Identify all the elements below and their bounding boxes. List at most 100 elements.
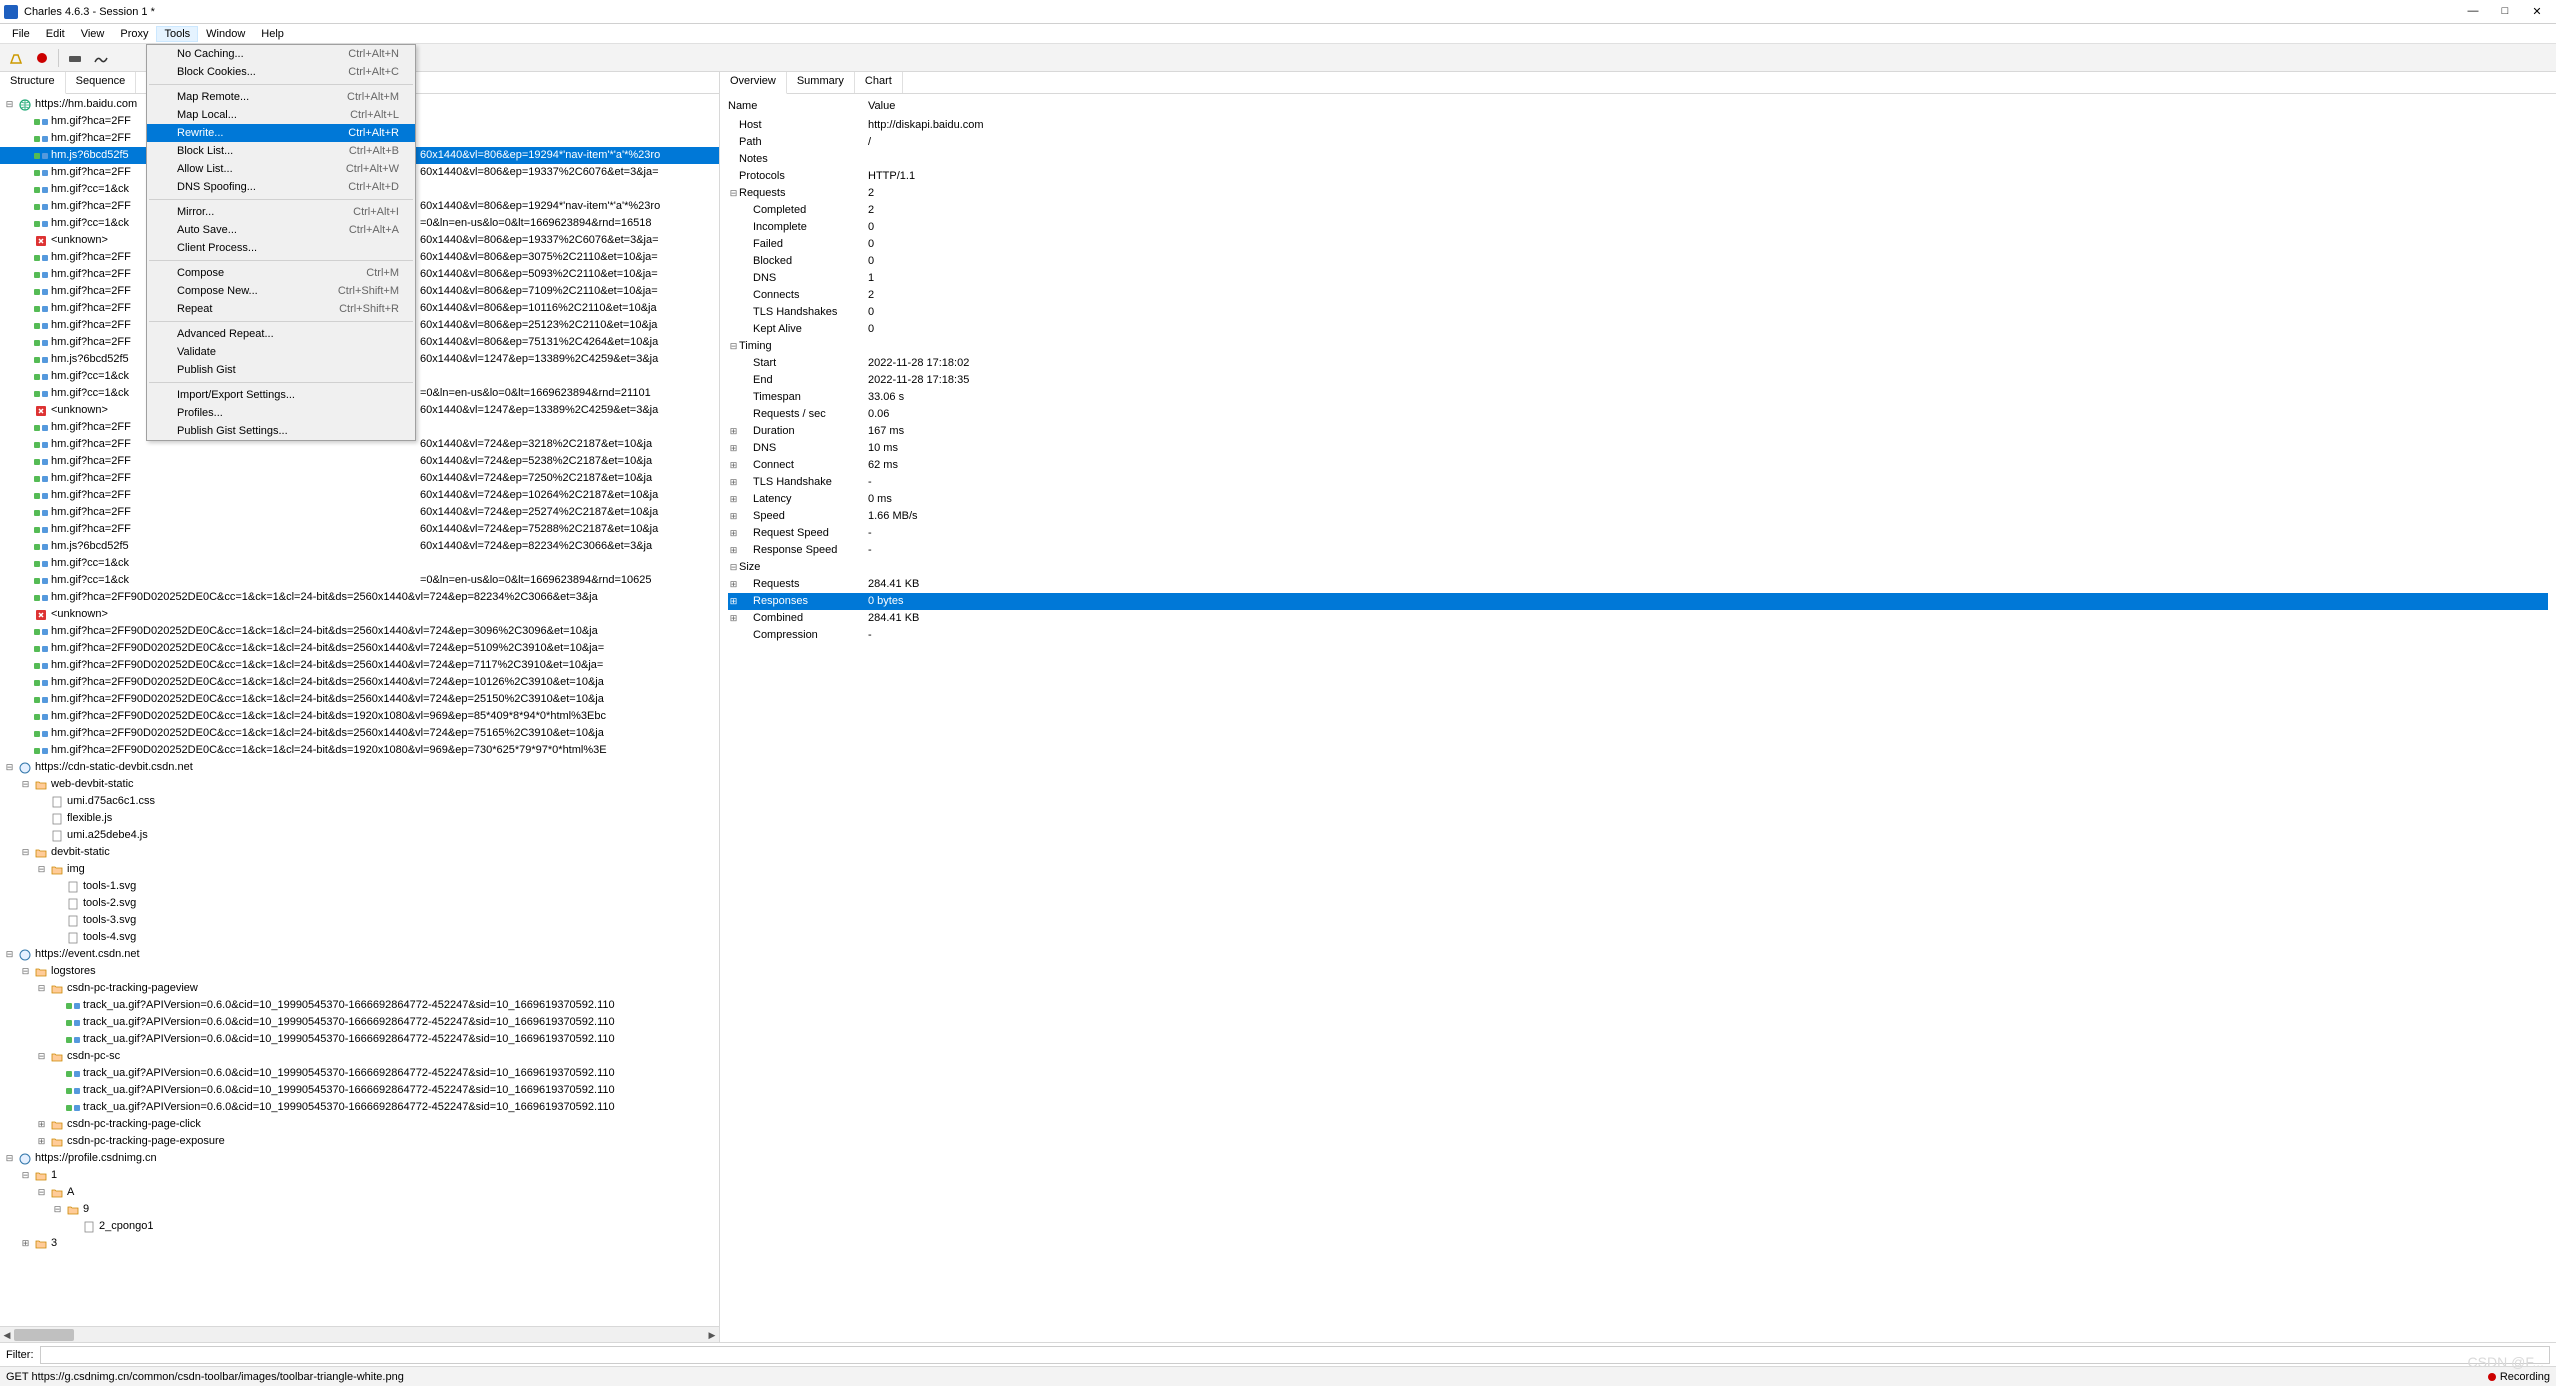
menuitem-mirror-[interactable]: Mirror...Ctrl+Alt+I <box>147 203 415 221</box>
tree-row[interactable]: hm.gif?hca=2FF90D020252DE0C&cc=1&ck=1&cl… <box>0 708 719 725</box>
tree-row[interactable]: track_ua.gif?APIVersion=0.6.0&cid=10_199… <box>0 1031 719 1048</box>
tree-row[interactable]: track_ua.gif?APIVersion=0.6.0&cid=10_199… <box>0 1065 719 1082</box>
overview-row[interactable]: ⊞Combined284.41 KB <box>728 610 2548 627</box>
record-button[interactable] <box>32 48 52 68</box>
menuitem-validate[interactable]: Validate <box>147 343 415 361</box>
menuitem-allow-list-[interactable]: Allow List...Ctrl+Alt+W <box>147 160 415 178</box>
tree-row[interactable]: ⊟img <box>0 861 719 878</box>
expand-icon[interactable]: ⊟ <box>4 96 15 113</box>
tree-row[interactable]: 2_cpongo1 <box>0 1218 719 1235</box>
overview-row[interactable]: Path/ <box>728 134 2548 151</box>
menuitem-dns-spoofing-[interactable]: DNS Spoofing...Ctrl+Alt+D <box>147 178 415 196</box>
expand-icon[interactable]: ⊟ <box>36 861 47 878</box>
tree-row[interactable]: hm.gif?hca=2FF90D020252DE0C&cc=1&ck=1&cl… <box>0 742 719 759</box>
tree-row[interactable]: hm.gif?hca=2FF90D020252DE0C&cc=1&ck=1&cl… <box>0 589 719 606</box>
clear-button[interactable] <box>6 48 26 68</box>
overview-row[interactable]: Compression- <box>728 627 2548 644</box>
expand-icon[interactable]: ⊟ <box>20 963 31 980</box>
menu-view[interactable]: View <box>73 26 113 42</box>
tree-row[interactable]: track_ua.gif?APIVersion=0.6.0&cid=10_199… <box>0 997 719 1014</box>
overview-row[interactable]: ⊞Duration167 ms <box>728 423 2548 440</box>
menu-tools[interactable]: Tools <box>156 26 198 42</box>
tree-row[interactable]: ⊟1 <box>0 1167 719 1184</box>
expand-icon[interactable]: ⊟ <box>728 559 739 576</box>
tree-row[interactable]: ⊞csdn-pc-tracking-page-click <box>0 1116 719 1133</box>
menuitem-import-export-settings-[interactable]: Import/Export Settings... <box>147 386 415 404</box>
breakpoints-button[interactable] <box>91 48 111 68</box>
tools-menu[interactable]: No Caching...Ctrl+Alt+NBlock Cookies...C… <box>146 44 416 441</box>
tab-overview[interactable]: Overview <box>720 72 787 94</box>
expand-icon[interactable]: ⊟ <box>36 1184 47 1201</box>
expand-icon[interactable]: ⊞ <box>36 1116 47 1133</box>
tab-structure[interactable]: Structure <box>0 72 66 94</box>
expand-icon[interactable]: ⊟ <box>4 1150 15 1167</box>
expand-icon[interactable]: ⊟ <box>728 338 739 355</box>
overview-row[interactable]: Incomplete0 <box>728 219 2548 236</box>
overview-row[interactable]: End2022-11-28 17:18:35 <box>728 372 2548 389</box>
overview-row[interactable]: ⊞Speed1.66 MB/s <box>728 508 2548 525</box>
menuitem-compose[interactable]: ComposeCtrl+M <box>147 264 415 282</box>
tree-row[interactable]: hm.gif?cc=1&ck=0&ln=en-us&lo=0&lt=166962… <box>0 572 719 589</box>
menu-help[interactable]: Help <box>253 26 292 42</box>
tree-row[interactable]: hm.gif?hca=2FF90D020252DE0C&cc=1&ck=1&cl… <box>0 640 719 657</box>
scroll-left-icon[interactable]: ◀ <box>0 1327 14 1343</box>
tree-row[interactable]: hm.gif?hca=2FF60x1440&vl=724&ep=10264%2C… <box>0 487 719 504</box>
tab-chart[interactable]: Chart <box>855 72 903 93</box>
expand-icon[interactable]: ⊟ <box>20 776 31 793</box>
menuitem-compose-new-[interactable]: Compose New...Ctrl+Shift+M <box>147 282 415 300</box>
overview-row[interactable]: ⊞Requests284.41 KB <box>728 576 2548 593</box>
overview-row[interactable]: Hosthttp://diskapi.baidu.com <box>728 117 2548 134</box>
menuitem-advanced-repeat-[interactable]: Advanced Repeat... <box>147 325 415 343</box>
tree-row[interactable]: track_ua.gif?APIVersion=0.6.0&cid=10_199… <box>0 1014 719 1031</box>
tree-row[interactable]: hm.gif?hca=2FF60x1440&vl=724&ep=7250%2C2… <box>0 470 719 487</box>
expand-icon[interactable]: ⊟ <box>4 946 15 963</box>
tree-row[interactable]: tools-4.svg <box>0 929 719 946</box>
tree-row[interactable]: hm.gif?hca=2FF90D020252DE0C&cc=1&ck=1&cl… <box>0 674 719 691</box>
overview-row[interactable]: ⊟Requests2 <box>728 185 2548 202</box>
menu-window[interactable]: Window <box>198 26 253 42</box>
tree-row[interactable]: umi.d75ac6c1.css <box>0 793 719 810</box>
overview-row[interactable]: ⊞Response Speed- <box>728 542 2548 559</box>
overview-row[interactable]: ⊞Latency0 ms <box>728 491 2548 508</box>
tree-row[interactable]: track_ua.gif?APIVersion=0.6.0&cid=10_199… <box>0 1082 719 1099</box>
overview-row[interactable]: ⊞DNS10 ms <box>728 440 2548 457</box>
expand-icon[interactable]: ⊟ <box>36 1048 47 1065</box>
tree-row[interactable]: ⊟https://cdn-static-devbit.csdn.net <box>0 759 719 776</box>
overview-row[interactable]: ⊟Timing <box>728 338 2548 355</box>
scroll-thumb[interactable] <box>14 1329 74 1341</box>
tab-summary[interactable]: Summary <box>787 72 855 93</box>
tree-row[interactable]: hm.gif?hca=2FF60x1440&vl=724&ep=75288%2C… <box>0 521 719 538</box>
tree-row[interactable]: track_ua.gif?APIVersion=0.6.0&cid=10_199… <box>0 1099 719 1116</box>
menuitem-client-process-[interactable]: Client Process... <box>147 239 415 257</box>
expand-icon[interactable]: ⊟ <box>36 980 47 997</box>
throttle-button[interactable] <box>65 48 85 68</box>
minimize-button[interactable]: — <box>2464 5 2482 18</box>
menuitem-map-local-[interactable]: Map Local...Ctrl+Alt+L <box>147 106 415 124</box>
expand-icon[interactable]: ⊟ <box>52 1201 63 1218</box>
tree-row[interactable]: ⊟A <box>0 1184 719 1201</box>
menu-proxy[interactable]: Proxy <box>112 26 156 42</box>
tree-row[interactable]: ⊞csdn-pc-tracking-page-exposure <box>0 1133 719 1150</box>
expand-icon[interactable]: ⊞ <box>728 423 739 440</box>
overview-row[interactable]: ⊞Connect62 ms <box>728 457 2548 474</box>
filter-input[interactable] <box>40 1346 2551 1364</box>
menuitem-block-list-[interactable]: Block List...Ctrl+Alt+B <box>147 142 415 160</box>
menuitem-auto-save-[interactable]: Auto Save...Ctrl+Alt+A <box>147 221 415 239</box>
tree-row[interactable]: umi.a25debe4.js <box>0 827 719 844</box>
expand-icon[interactable]: ⊞ <box>728 491 739 508</box>
tree-row[interactable]: tools-3.svg <box>0 912 719 929</box>
overview-row[interactable]: ⊞TLS Handshake- <box>728 474 2548 491</box>
tree-row[interactable]: hm.js?6bcd52f560x1440&vl=724&ep=82234%2C… <box>0 538 719 555</box>
expand-icon[interactable]: ⊞ <box>728 610 739 627</box>
tree-row[interactable]: ⊟9 <box>0 1201 719 1218</box>
overview-row[interactable]: Blocked0 <box>728 253 2548 270</box>
expand-icon[interactable]: ⊞ <box>36 1133 47 1150</box>
overview-row[interactable]: Completed2 <box>728 202 2548 219</box>
overview-row[interactable]: TLS Handshakes0 <box>728 304 2548 321</box>
expand-icon[interactable]: ⊟ <box>728 185 739 202</box>
scroll-right-icon[interactable]: ▶ <box>705 1327 719 1343</box>
overview-row[interactable]: Connects2 <box>728 287 2548 304</box>
tree-row[interactable]: ⊟web-devbit-static <box>0 776 719 793</box>
overview-row[interactable]: Start2022-11-28 17:18:02 <box>728 355 2548 372</box>
expand-icon[interactable]: ⊞ <box>728 525 739 542</box>
